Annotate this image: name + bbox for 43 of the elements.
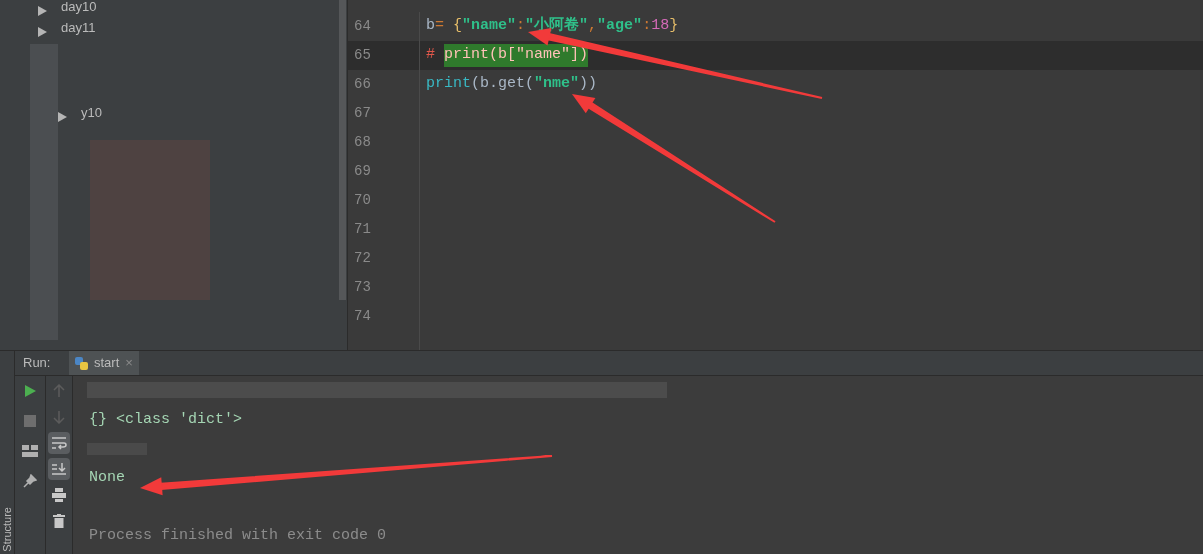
code-token: "age"	[597, 16, 643, 37]
code-token: print(b["name"])	[444, 44, 589, 67]
code-token: :	[516, 16, 526, 37]
scrollbar-thumb[interactable]	[339, 0, 346, 300]
line-number: 67	[348, 99, 420, 128]
code-token: #	[426, 45, 436, 66]
line-number: 66	[348, 70, 420, 99]
code-token: "name"	[462, 16, 517, 37]
line-number: 74	[348, 302, 420, 331]
expand-triangle-icon[interactable]	[38, 26, 47, 37]
code-token: print	[426, 74, 471, 95]
run-tab[interactable]: start ×	[69, 351, 139, 375]
run-label: Run:	[23, 354, 52, 373]
console-line: {} <class 'dict'>	[89, 410, 243, 430]
line-number: 68	[348, 128, 420, 157]
code-token: =	[435, 16, 446, 37]
code-token: 18	[651, 16, 670, 37]
tree-item[interactable]: day10	[61, 0, 97, 17]
line-number: 65	[348, 41, 420, 70]
line-number: 73	[348, 273, 420, 302]
line-number: 69	[348, 157, 420, 186]
line-number: 71	[348, 215, 420, 244]
code-token: "小阿卷"	[525, 15, 589, 37]
tree-item[interactable]: y10	[81, 102, 102, 123]
tree-item[interactable]: day11	[61, 17, 96, 38]
scroll-to-end-icon[interactable]	[48, 458, 70, 480]
expand-triangle-icon[interactable]	[38, 5, 47, 16]
console-line: None	[89, 468, 125, 488]
code-token: ,	[588, 16, 598, 37]
code-token: b	[426, 16, 435, 37]
expand-triangle-icon[interactable]	[58, 111, 67, 122]
code-token: (b.get(	[471, 74, 535, 95]
code-token: "nme"	[534, 74, 580, 95]
code-token: :	[642, 16, 652, 37]
python-icon	[75, 356, 88, 370]
line-number: 70	[348, 186, 420, 215]
code-token: }	[669, 16, 679, 37]
soft-wrap-icon[interactable]	[48, 432, 70, 454]
code-token: ))	[579, 74, 598, 95]
structure-tab[interactable]: Structure	[1, 507, 14, 552]
console-line: Process finished with exit code 0	[89, 526, 387, 546]
code-token: {	[453, 16, 463, 37]
line-number: 72	[348, 244, 420, 273]
